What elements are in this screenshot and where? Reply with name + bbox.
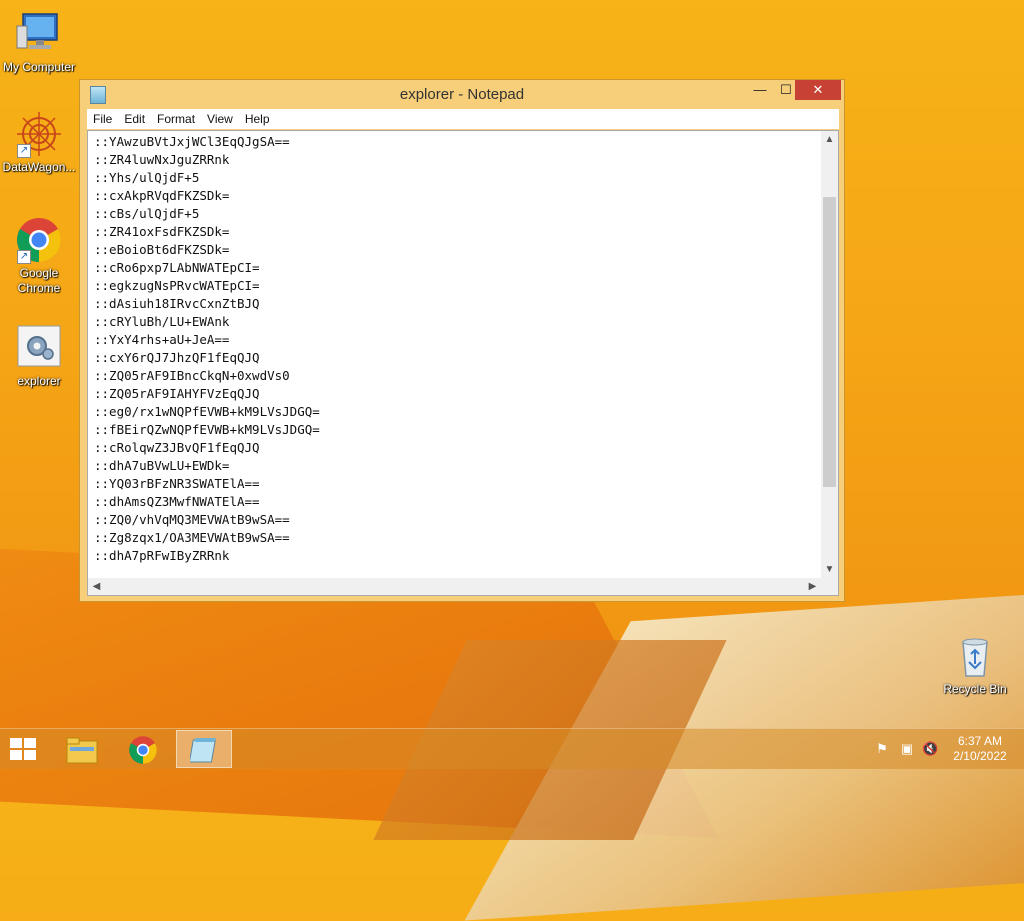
minimize-button[interactable]: — xyxy=(747,80,773,100)
text-line[interactable]: ::ZR41oxFsdFKZSDk= xyxy=(94,223,814,241)
settings-file-icon xyxy=(15,324,63,372)
action-center-flag-icon[interactable]: ⚑ xyxy=(874,741,890,757)
text-line[interactable]: ::Yhs/ulQjdF+5 xyxy=(94,169,814,187)
text-line[interactable]: ::YAwzuBVtJxjWCl3EqQJgSA== xyxy=(94,133,814,151)
desktop-icon-label: Google Chrome xyxy=(17,266,61,295)
desktop-icon-label: My Computer xyxy=(2,60,76,74)
datawagon-icon: ↗ xyxy=(15,110,63,158)
scroll-right-icon[interactable]: ▶ xyxy=(804,578,821,595)
scroll-left-icon[interactable]: ◀ xyxy=(88,578,105,595)
taskbar: ⚑ ▣ 🔇 6:37 AM 2/10/2022 xyxy=(0,728,1024,769)
menu-view[interactable]: View xyxy=(201,109,239,126)
text-line[interactable]: ::eBoioBt6dFKZSDk= xyxy=(94,241,814,259)
system-clock[interactable]: 6:37 AM 2/10/2022 xyxy=(946,734,1014,764)
desktop-icon-my-computer[interactable]: My Computer xyxy=(1,10,77,75)
text-line[interactable]: ::ZQ0/vhVqMQ3MEVWAtB9wSA== xyxy=(94,511,814,529)
network-icon[interactable]: ▣ xyxy=(899,741,915,757)
text-line[interactable]: ::cRYluBh/LU+EWAnk xyxy=(94,313,814,331)
computer-icon xyxy=(15,10,63,58)
text-line[interactable]: ::dhA7uBVwLU+EWDk= xyxy=(94,457,814,475)
chrome-icon xyxy=(129,736,157,764)
scroll-thumb[interactable] xyxy=(823,197,836,487)
windows-logo-icon xyxy=(10,738,22,748)
notepad-window[interactable]: explorer - Notepad — ☐ ✕ File Edit Format V… xyxy=(79,79,845,602)
text-line[interactable]: ::cxAkpRVqdFKZSDk= xyxy=(94,187,814,205)
close-button[interactable]: ✕ xyxy=(795,80,841,100)
desktop-icon-label: explorer xyxy=(17,374,61,388)
text-line[interactable]: ::YxY4rhs+aU+JeA== xyxy=(94,331,814,349)
desktop-icon-label: Recycle Bin xyxy=(943,682,1007,696)
folder-icon xyxy=(66,737,98,764)
text-line[interactable]: ::ZQ05rAF9IAHYFVzEqQJQ xyxy=(94,385,814,403)
text-line[interactable]: ::ZQ05rAF9IBncCkqN+0xwdVs0 xyxy=(94,367,814,385)
clock-time: 6:37 AM xyxy=(957,734,1003,748)
text-line[interactable]: ::YQ03rBFzNR3SWATElA== xyxy=(94,475,814,493)
start-button[interactable] xyxy=(10,738,38,762)
text-line[interactable]: ::fBEirQZwNQPfEVWB+kM9LVsJDGQ= xyxy=(94,421,814,439)
menu-help[interactable]: Help xyxy=(239,109,276,126)
scroll-corner xyxy=(821,578,838,595)
text-line[interactable]: ::eg0/rx1wNQPfEVWB+kM9LVsJDGQ= xyxy=(94,403,814,421)
text-line[interactable]: ::dAsiuh18IRvcCxnZtBJQ xyxy=(94,295,814,313)
text-editor[interactable]: ::YAwzuBVtJxjWCl3EqQJgSA==::ZR4luwNxJguZ… xyxy=(87,130,839,596)
menu-format[interactable]: Format xyxy=(151,109,201,126)
chrome-icon: ↗ xyxy=(15,216,63,264)
text-line[interactable]: ::dhA7pRFwIByZRRnk xyxy=(94,547,814,565)
desktop-icon-recycle-bin[interactable]: Recycle Bin xyxy=(937,632,1013,697)
notepad-icon xyxy=(190,738,216,763)
text-line[interactable]: ::cBs/ulQjdF+5 xyxy=(94,205,814,223)
horizontal-scrollbar[interactable]: ◀ ▶ xyxy=(88,578,821,595)
scroll-down-icon[interactable]: ▼ xyxy=(821,561,838,578)
text-line[interactable]: ::dhAmsQZ3MwfNWATElA== xyxy=(94,493,814,511)
desktop-icon-google-chrome[interactable]: ↗ Google Chrome xyxy=(1,216,77,296)
taskbar-notepad[interactable] xyxy=(176,730,232,768)
text-line[interactable]: ::egkzugNsPRvcWATEpCI= xyxy=(94,277,814,295)
desktop-icon-label: DataWagon... xyxy=(2,160,76,174)
text-line[interactable]: ::Zg8zqx1/OA3MEVWAtB9wSA== xyxy=(94,529,814,547)
text-line[interactable]: ::cRolqwZ3JBvQF1fEqQJQ xyxy=(94,439,814,457)
taskbar-google-chrome[interactable] xyxy=(115,730,171,768)
desktop-icon-explorer[interactable]: explorer xyxy=(1,324,77,389)
scroll-up-icon[interactable]: ▲ xyxy=(821,131,838,148)
title-bar[interactable]: explorer - Notepad — ☐ ✕ xyxy=(80,80,844,108)
text-line[interactable]: ::cxY6rQJ7JhzQF1fEqQJQ xyxy=(94,349,814,367)
menu-file[interactable]: File xyxy=(87,109,118,126)
volume-muted-icon[interactable]: 🔇 xyxy=(922,741,938,757)
text-line[interactable]: ::cRo6pxp7LAbNWATEpCI= xyxy=(94,259,814,277)
desktop-icon-datawagon[interactable]: ↗ DataWagon... xyxy=(1,110,77,175)
menu-bar: File Edit Format View Help xyxy=(87,109,839,129)
menu-edit[interactable]: Edit xyxy=(118,109,151,126)
clock-date: 2/10/2022 xyxy=(953,749,1007,763)
recycle-bin-icon xyxy=(951,632,999,680)
window-title: explorer - Notepad xyxy=(399,86,525,103)
vertical-scrollbar[interactable]: ▲ ▼ xyxy=(821,131,838,578)
taskbar-file-explorer[interactable] xyxy=(55,730,111,768)
shortcut-arrow-icon: ↗ xyxy=(17,144,31,158)
shortcut-arrow-icon: ↗ xyxy=(17,250,31,264)
text-content[interactable]: ::YAwzuBVtJxjWCl3EqQJgSA==::ZR4luwNxJguZ… xyxy=(94,133,814,573)
text-line[interactable]: ::ZR4luwNxJguZRRnk xyxy=(94,151,814,169)
